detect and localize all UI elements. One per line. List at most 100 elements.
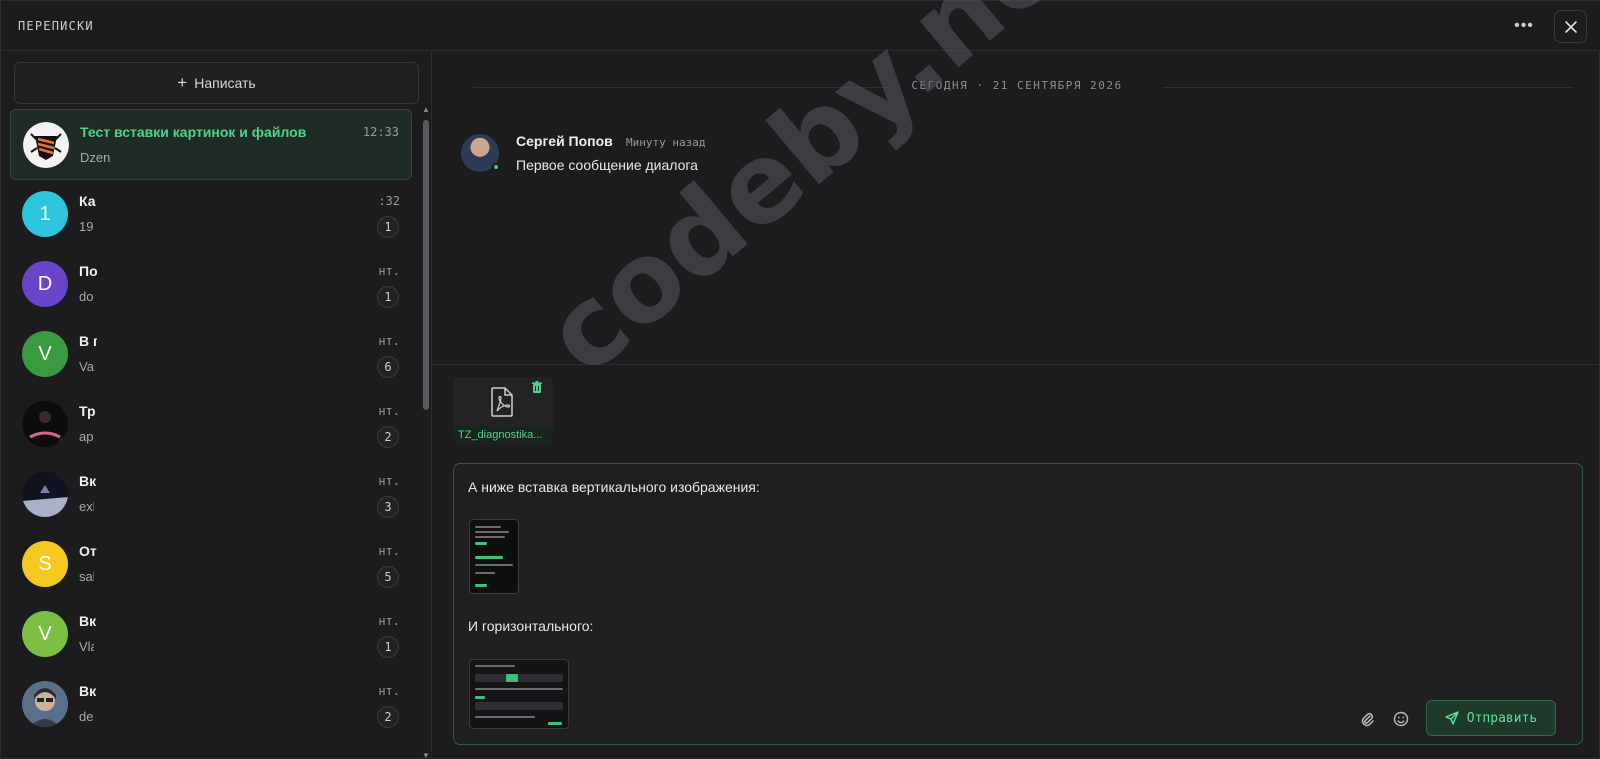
image-content bbox=[475, 584, 487, 587]
chat-time: нт. bbox=[378, 544, 400, 558]
chat-title: Ка bbox=[79, 193, 96, 209]
chat-preview: sal bbox=[79, 569, 94, 584]
chat-time: нт. bbox=[378, 684, 400, 698]
inline-image-horizontal[interactable] bbox=[469, 659, 569, 729]
image-content bbox=[475, 665, 515, 667]
chat-preview: 198 bbox=[79, 219, 94, 234]
chat-list-item[interactable]: V Вк Vla нт. 1 bbox=[10, 599, 412, 670]
sidebar-scrollbar[interactable]: ▲ ▼ bbox=[422, 106, 430, 759]
chat-list-item[interactable]: Вк de нт. 2 bbox=[10, 669, 412, 740]
plus-icon: + bbox=[177, 72, 188, 92]
chat-time: нт. bbox=[378, 614, 400, 628]
avatar: S bbox=[22, 541, 68, 587]
avatar-image bbox=[22, 681, 68, 727]
chat-preview: Dzen bbox=[80, 150, 111, 165]
chat-preview: ap bbox=[79, 429, 94, 444]
image-content bbox=[475, 572, 495, 574]
avatar: V bbox=[22, 331, 68, 377]
chat-list-item[interactable]: S От sal нт. 5 bbox=[10, 529, 412, 600]
chat-title: Тест вставки картинок и файлов bbox=[80, 124, 307, 140]
chat-time: :32 bbox=[378, 194, 400, 208]
scroll-up-icon[interactable]: ▲ bbox=[422, 106, 430, 114]
chat-list-item[interactable]: Тр ap нт. 2 bbox=[10, 389, 412, 460]
image-content bbox=[475, 702, 563, 710]
chat-title: По bbox=[79, 263, 97, 279]
avatar-image bbox=[22, 471, 68, 517]
pdf-file-icon bbox=[491, 387, 513, 417]
avatar: D bbox=[22, 261, 68, 307]
avatar-letter: D bbox=[37, 272, 53, 295]
messenger-window: ПЕРЕПИСКИ ••• + Написать Тест вставки ка… bbox=[0, 0, 1600, 759]
avatar bbox=[22, 401, 68, 447]
unread-badge: 6 bbox=[377, 356, 399, 378]
compose-label: Написать bbox=[194, 75, 256, 91]
close-icon bbox=[1564, 20, 1577, 33]
editor-text-line[interactable]: И горизонтального: bbox=[468, 618, 593, 634]
image-content bbox=[475, 674, 563, 682]
image-content bbox=[475, 536, 505, 538]
chat-preview: Va bbox=[79, 359, 94, 374]
chat-list-item[interactable]: Тест вставки картинок и файлов Dzen 12:33 bbox=[10, 109, 412, 180]
attachment-preview[interactable]: TZ_diagnostika... bbox=[453, 377, 553, 444]
send-button[interactable]: Отправить bbox=[1426, 700, 1556, 736]
chat-title: Вк bbox=[79, 613, 97, 629]
image-content bbox=[475, 542, 487, 545]
conversation-pane: СЕГОДНЯ · 21 СЕНТЯБРЯ 2026 Сергей Попов … bbox=[433, 51, 1600, 759]
chat-preview: do bbox=[79, 289, 94, 304]
header: ПЕРЕПИСКИ ••• bbox=[1, 1, 1600, 51]
avatar-image bbox=[23, 122, 69, 168]
message-text: Первое сообщение диалога bbox=[516, 157, 698, 173]
unread-badge: 1 bbox=[377, 636, 399, 658]
online-indicator bbox=[492, 163, 500, 171]
send-label: Отправить bbox=[1466, 710, 1538, 726]
chat-title: Вк bbox=[79, 473, 97, 489]
chat-title: Тр bbox=[79, 403, 96, 419]
unread-badge: 2 bbox=[377, 426, 399, 448]
composer-divider bbox=[433, 364, 1600, 365]
close-button[interactable] bbox=[1554, 10, 1587, 43]
avatar-letter: 1 bbox=[39, 202, 51, 225]
avatar[interactable] bbox=[461, 134, 500, 172]
chat-title: Вк bbox=[79, 683, 97, 699]
image-content bbox=[475, 716, 535, 718]
page-title: ПЕРЕПИСКИ bbox=[18, 19, 94, 33]
avatar: V bbox=[22, 611, 68, 657]
image-content bbox=[475, 564, 513, 566]
unread-badge: 3 bbox=[377, 496, 399, 518]
avatar-letter: V bbox=[38, 622, 52, 645]
editor-text-line[interactable]: А ниже вставка вертикального изображения… bbox=[468, 479, 760, 495]
chat-preview: de bbox=[79, 709, 94, 724]
inline-image-vertical[interactable] bbox=[469, 519, 519, 594]
more-options-icon[interactable]: ••• bbox=[1512, 14, 1536, 38]
chat-time: 12:33 bbox=[362, 125, 399, 139]
avatar: 1 bbox=[22, 191, 68, 237]
attachment-filename: TZ_diagnostika... bbox=[453, 426, 553, 444]
message-author[interactable]: Сергей Попов bbox=[516, 133, 613, 149]
avatar-letter: V bbox=[38, 342, 52, 365]
unread-badge: 1 bbox=[377, 286, 399, 308]
chat-title: От bbox=[79, 543, 97, 559]
unread-badge: 5 bbox=[377, 566, 399, 588]
scroll-down-icon[interactable]: ▼ bbox=[422, 752, 430, 759]
avatar bbox=[23, 122, 69, 168]
chat-list-item[interactable]: Вк exl нт. 3 bbox=[10, 459, 412, 530]
unread-badge: 1 bbox=[377, 216, 399, 238]
chat-list-item[interactable]: V В г Va нт. 6 bbox=[10, 319, 412, 390]
trash-icon[interactable] bbox=[531, 381, 543, 394]
chat-time: нт. bbox=[378, 474, 400, 488]
image-content bbox=[475, 531, 509, 533]
avatar bbox=[22, 471, 68, 517]
chat-time: нт. bbox=[378, 334, 400, 348]
paperclip-icon[interactable] bbox=[1357, 709, 1377, 729]
sidebar: + Написать Тест вставки картинок и файло… bbox=[1, 51, 432, 759]
scrollbar-thumb[interactable] bbox=[423, 120, 429, 410]
chat-time: нт. bbox=[378, 404, 400, 418]
compose-button[interactable]: + Написать bbox=[14, 62, 419, 104]
chat-preview: exl bbox=[79, 499, 94, 514]
chat-list-item[interactable]: 1 Ка 198 :32 1 bbox=[10, 179, 412, 250]
message-editor[interactable]: А ниже вставка вертикального изображения… bbox=[453, 463, 1583, 745]
emoji-icon[interactable] bbox=[1391, 709, 1411, 729]
chat-list-item[interactable]: D По do нт. 1 bbox=[10, 249, 412, 320]
avatar bbox=[22, 681, 68, 727]
image-content bbox=[475, 696, 485, 699]
